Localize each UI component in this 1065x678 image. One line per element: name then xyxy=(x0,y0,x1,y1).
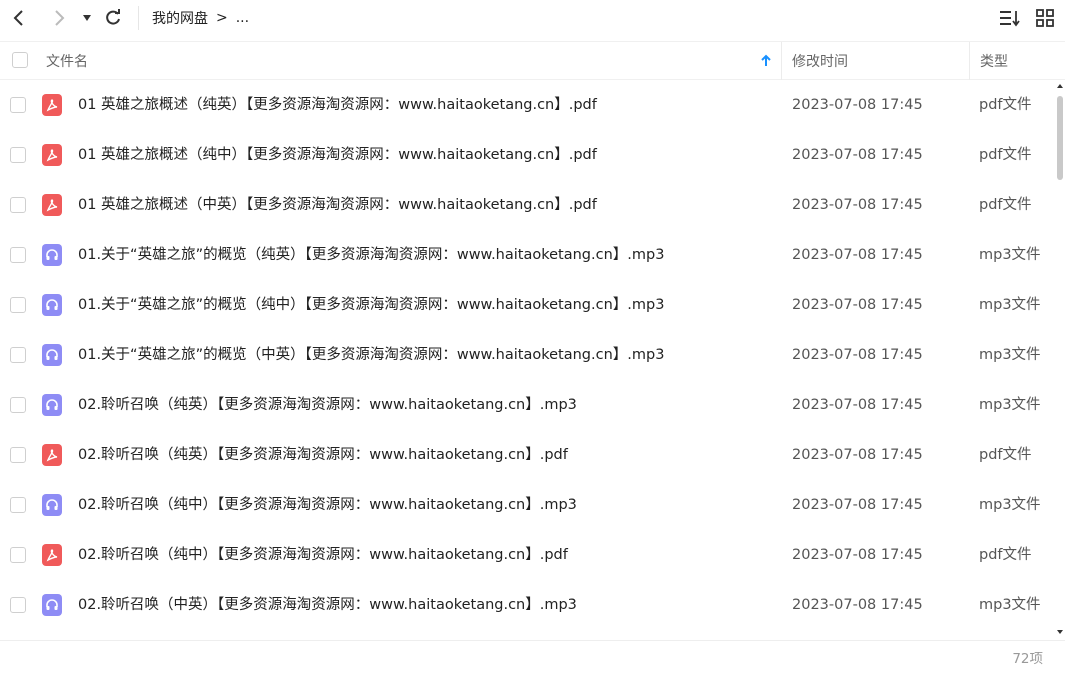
file-modified-time: 2023-07-08 17:45 xyxy=(792,597,923,613)
pdf-file-icon xyxy=(42,444,62,466)
row-checkbox[interactable] xyxy=(10,497,26,513)
column-divider xyxy=(969,42,970,80)
column-header: 文件名 修改时间 类型 xyxy=(0,41,1065,80)
grid-view-button[interactable] xyxy=(1034,4,1056,32)
file-name[interactable]: 02.聆听召唤（纯中）【更多资源海淘资源网：www.haitaoketang.c… xyxy=(78,480,577,530)
refresh-icon xyxy=(106,9,120,25)
file-type: mp3文件 xyxy=(979,297,1041,313)
table-row[interactable]: 01 英雄之旅概述（纯中）【更多资源海淘资源网：www.haitaoketang… xyxy=(0,130,1052,180)
audio-file-icon xyxy=(42,494,62,516)
table-row[interactable]: 02.聆听召唤（纯中）【更多资源海淘资源网：www.haitaoketang.c… xyxy=(0,530,1052,580)
table-row[interactable]: 02.聆听召唤（纯英）【更多资源海淘资源网：www.haitaoketang.c… xyxy=(0,380,1052,430)
row-checkbox[interactable] xyxy=(10,197,26,213)
audio-file-icon xyxy=(42,594,62,616)
header-modified[interactable]: 修改时间 xyxy=(792,42,848,80)
file-list: 01 英雄之旅概述（纯英）【更多资源海淘资源网：www.haitaoketang… xyxy=(0,80,1065,640)
file-modified-time: 2023-07-08 17:45 xyxy=(792,447,923,463)
file-name[interactable]: 01.关于“英雄之旅”的概览（纯英）【更多资源海淘资源网：www.haitaok… xyxy=(78,230,664,280)
file-type: mp3文件 xyxy=(979,597,1041,613)
scroll-thumb[interactable] xyxy=(1057,96,1063,180)
file-name[interactable]: 01 英雄之旅概述（纯英）【更多资源海淘资源网：www.haitaoketang… xyxy=(78,80,597,130)
scroll-down-icon[interactable] xyxy=(1057,630,1063,634)
file-name[interactable]: 02.聆听召唤（纯英）【更多资源海淘资源网：www.haitaoketang.c… xyxy=(78,430,568,480)
breadcrumb-root[interactable]: 我的网盘 xyxy=(152,8,208,28)
table-row[interactable]: 02.聆听召唤（纯英）【更多资源海淘资源网：www.haitaoketang.c… xyxy=(0,430,1052,480)
select-all-checkbox[interactable] xyxy=(12,52,28,68)
row-checkbox[interactable] xyxy=(10,147,26,163)
audio-file-icon xyxy=(42,394,62,416)
table-row[interactable]: 02.聆听召唤（纯中）【更多资源海淘资源网：www.haitaoketang.c… xyxy=(0,480,1052,530)
file-type: mp3文件 xyxy=(979,397,1041,413)
header-type[interactable]: 类型 xyxy=(980,42,1008,80)
sort-list-icon xyxy=(1000,11,1020,27)
column-divider xyxy=(781,42,782,80)
scroll-up-icon[interactable] xyxy=(1057,84,1063,88)
item-count: 72项 xyxy=(1012,651,1043,667)
file-modified-time: 2023-07-08 17:45 xyxy=(792,497,923,513)
table-row[interactable]: 01.关于“英雄之旅”的概览（纯中）【更多资源海淘资源网：www.haitaok… xyxy=(0,280,1052,330)
file-modified-time: 2023-07-08 17:45 xyxy=(792,147,923,163)
table-row[interactable]: 01.关于“英雄之旅”的概览（中英）【更多资源海淘资源网：www.haitaok… xyxy=(0,330,1052,380)
audio-file-icon xyxy=(42,244,62,266)
table-row[interactable]: 01 英雄之旅概述（中英）【更多资源海淘资源网：www.haitaoketang… xyxy=(0,180,1052,230)
audio-file-icon xyxy=(42,344,62,366)
file-modified-time: 2023-07-08 17:45 xyxy=(792,247,923,263)
chevron-right-icon xyxy=(55,10,65,26)
breadcrumb: 我的网盘 > ... xyxy=(152,0,249,36)
file-name[interactable]: 02.聆听召唤（纯英）【更多资源海淘资源网：www.haitaoketang.c… xyxy=(78,380,577,430)
file-modified-time: 2023-07-08 17:45 xyxy=(792,397,923,413)
file-modified-time: 2023-07-08 17:45 xyxy=(792,197,923,213)
file-type: pdf文件 xyxy=(979,197,1032,213)
pdf-file-icon xyxy=(42,194,62,216)
pdf-file-icon xyxy=(42,144,62,166)
sort-button[interactable] xyxy=(998,4,1022,32)
file-type: pdf文件 xyxy=(979,447,1032,463)
file-type: pdf文件 xyxy=(979,97,1032,113)
forward-button[interactable] xyxy=(48,4,70,32)
history-dropdown-button[interactable] xyxy=(80,4,94,32)
file-name[interactable]: 01 英雄之旅概述（纯中）【更多资源海淘资源网：www.haitaoketang… xyxy=(78,130,597,180)
file-name[interactable]: 01.关于“英雄之旅”的概览（纯中）【更多资源海淘资源网：www.haitaok… xyxy=(78,280,664,330)
file-modified-time: 2023-07-08 17:45 xyxy=(792,347,923,363)
toolbar: 我的网盘 > ... xyxy=(0,0,1065,36)
audio-file-icon xyxy=(42,294,62,316)
pdf-file-icon xyxy=(42,94,62,116)
file-modified-time: 2023-07-08 17:45 xyxy=(792,297,923,313)
sort-asc-arrow-icon[interactable] xyxy=(760,42,772,80)
file-type: mp3文件 xyxy=(979,247,1041,263)
file-modified-time: 2023-07-08 17:45 xyxy=(792,97,923,113)
table-row[interactable]: 01 英雄之旅概述（纯英）【更多资源海淘资源网：www.haitaoketang… xyxy=(0,80,1052,130)
caret-down-icon xyxy=(83,15,91,21)
status-bar: 72项 xyxy=(0,640,1065,677)
row-checkbox[interactable] xyxy=(10,397,26,413)
table-row[interactable]: 01.关于“英雄之旅”的概览（纯英）【更多资源海淘资源网：www.haitaok… xyxy=(0,230,1052,280)
file-modified-time: 2023-07-08 17:45 xyxy=(792,547,923,563)
table-row[interactable]: 02.聆听召唤（中英）【更多资源海淘资源网：www.haitaoketang.c… xyxy=(0,580,1052,630)
row-checkbox[interactable] xyxy=(10,597,26,613)
file-type: pdf文件 xyxy=(979,147,1032,163)
back-button[interactable] xyxy=(8,4,30,32)
breadcrumb-more[interactable]: ... xyxy=(236,10,249,26)
file-name[interactable]: 02.聆听召唤（中英）【更多资源海淘资源网：www.haitaoketang.c… xyxy=(78,580,577,630)
toolbar-separator xyxy=(138,6,139,30)
chevron-left-icon xyxy=(13,10,23,26)
header-name[interactable]: 文件名 xyxy=(46,42,88,80)
row-checkbox[interactable] xyxy=(10,297,26,313)
scrollbar[interactable] xyxy=(1054,80,1065,640)
row-checkbox[interactable] xyxy=(10,447,26,463)
row-checkbox[interactable] xyxy=(10,347,26,363)
row-checkbox[interactable] xyxy=(10,247,26,263)
pdf-file-icon xyxy=(42,544,62,566)
file-name[interactable]: 01.关于“英雄之旅”的概览（中英）【更多资源海淘资源网：www.haitaok… xyxy=(78,330,664,380)
file-name[interactable]: 01 英雄之旅概述（中英）【更多资源海淘资源网：www.haitaoketang… xyxy=(78,180,597,230)
file-name[interactable]: 02.聆听召唤（纯中）【更多资源海淘资源网：www.haitaoketang.c… xyxy=(78,530,568,580)
file-type: mp3文件 xyxy=(979,497,1041,513)
grid-view-icon xyxy=(1036,9,1054,27)
file-type: pdf文件 xyxy=(979,547,1032,563)
refresh-button[interactable] xyxy=(102,4,124,32)
file-type: mp3文件 xyxy=(979,347,1041,363)
row-checkbox[interactable] xyxy=(10,97,26,113)
breadcrumb-separator: > xyxy=(216,10,228,26)
row-checkbox[interactable] xyxy=(10,547,26,563)
